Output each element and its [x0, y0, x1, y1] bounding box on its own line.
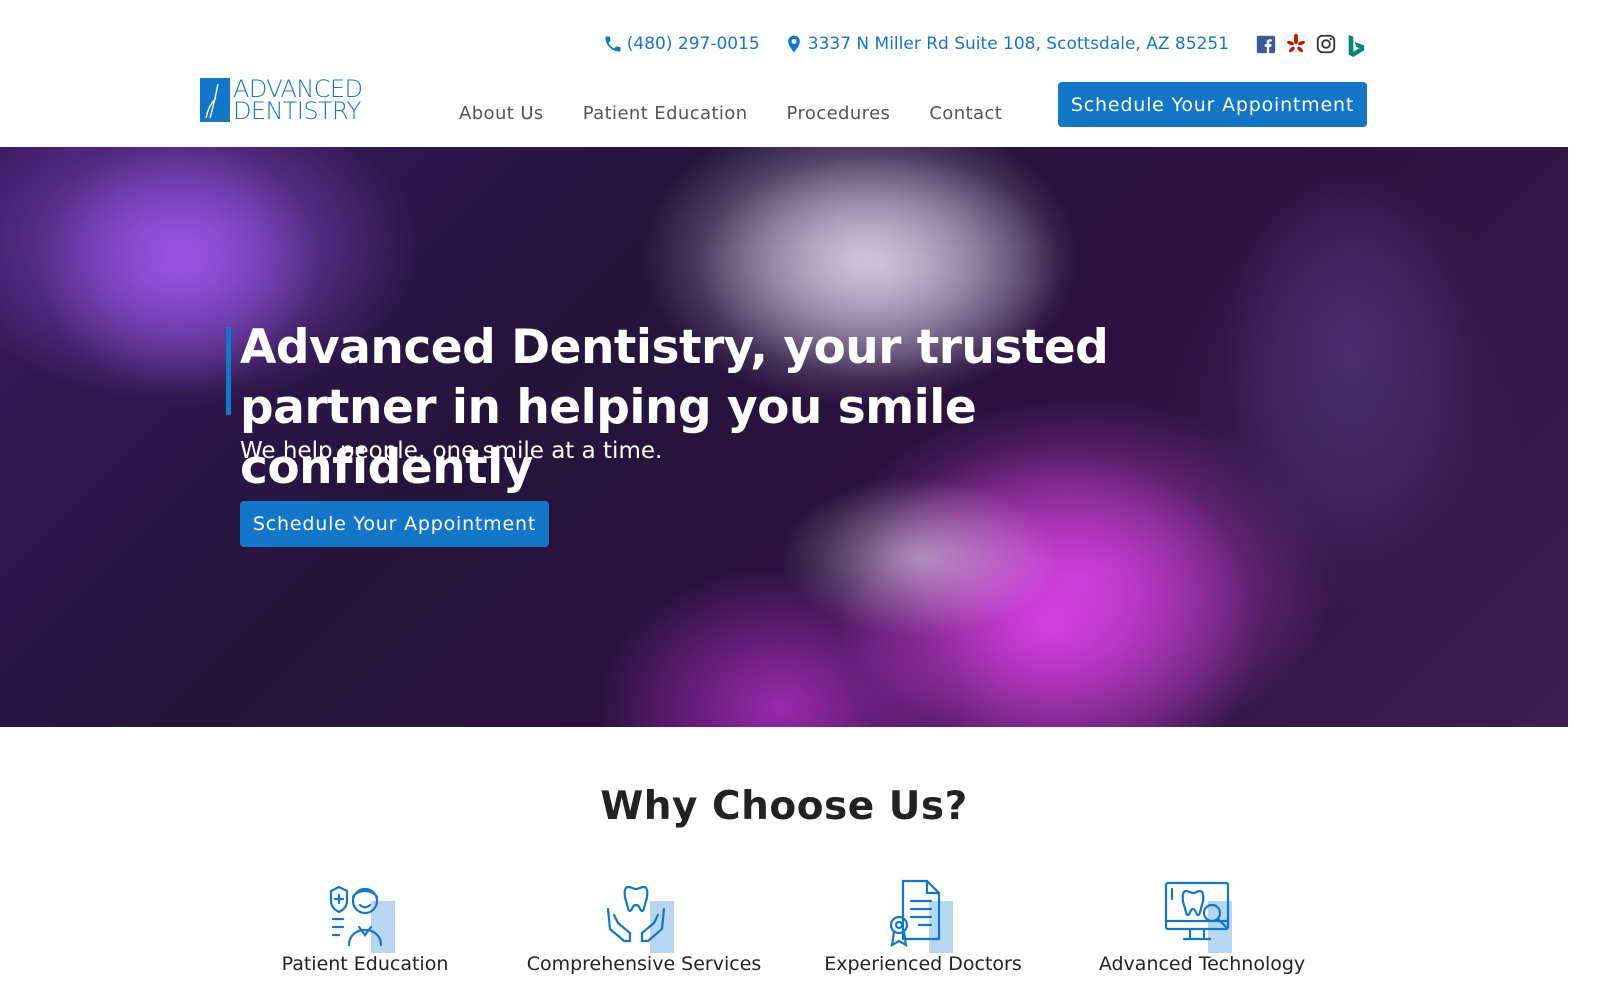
location-pin-icon: [787, 35, 800, 53]
address-text: 3337 N Miller Rd Suite 108, Scottsdale, …: [807, 34, 1229, 54]
phone-number: (480) 297-0015: [626, 34, 760, 54]
address-link[interactable]: 3337 N Miller Rd Suite 108, Scottsdale, …: [784, 33, 1229, 55]
feature-label: Patient Education: [281, 953, 449, 975]
nav-item-patient-education[interactable]: Patient Education: [583, 103, 748, 124]
bing-icon[interactable]: [1345, 32, 1367, 57]
phone-link[interactable]: (480) 297-0015: [603, 34, 760, 54]
hero-photo-tool: [780, 477, 1060, 637]
feature-experienced-doctors[interactable]: Experienced Doctors: [783, 875, 1063, 975]
feature-label: Advanced Technology: [1098, 953, 1306, 975]
feature-advanced-technology[interactable]: Advanced Technology: [1062, 875, 1342, 975]
social-links: [1255, 32, 1367, 57]
nav-item-contact[interactable]: Contact: [929, 103, 1002, 124]
certificate-icon: [889, 879, 941, 948]
tooth-hands-icon: [606, 885, 666, 943]
nav-item-procedures[interactable]: Procedures: [787, 103, 891, 124]
nav-item-about-us[interactable]: About Us: [459, 103, 544, 124]
main-nav: About Us Patient Education Procedures Co…: [459, 103, 1041, 124]
logo-line-2: DENTISTRY: [233, 97, 361, 125]
contact-bar: (480) 297-0015 3337 N Miller Rd Suite 10…: [603, 30, 1367, 58]
facebook-icon[interactable]: [1255, 32, 1277, 56]
feature-label: Comprehensive Services: [526, 953, 762, 975]
monitor-tooth-icon: [1164, 881, 1230, 941]
yelp-icon[interactable]: [1285, 32, 1307, 56]
hero-accent-bar: [226, 327, 231, 415]
feature-patient-education[interactable]: Patient Education: [225, 875, 505, 975]
phone-icon: [605, 36, 621, 52]
site-logo[interactable]: ADVANCED DENTISTRY: [200, 76, 378, 124]
why-choose-us-title: Why Choose Us?: [600, 784, 968, 829]
feature-comprehensive-services[interactable]: Comprehensive Services: [504, 875, 784, 975]
hero-schedule-button[interactable]: Schedule Your Appointment: [240, 501, 549, 547]
doctor-shield-icon: [329, 885, 383, 947]
hero-title: Advanced Dentistry, your trusted partner…: [240, 320, 1109, 495]
features-row: Patient Education Comprehensive Services: [0, 875, 1568, 980]
logo-text: ADVANCED DENTISTRY: [233, 77, 363, 125]
instagram-icon[interactable]: [1315, 32, 1337, 56]
logo-mark-icon: [200, 78, 230, 122]
site-header: (480) 297-0015 3337 N Miller Rd Suite 10…: [0, 0, 1568, 147]
hero-subtitle: We help people, one smile at a time.: [240, 438, 663, 464]
schedule-appointment-button[interactable]: Schedule Your Appointment: [1058, 82, 1367, 127]
feature-label: Experienced Doctors: [824, 953, 1022, 975]
